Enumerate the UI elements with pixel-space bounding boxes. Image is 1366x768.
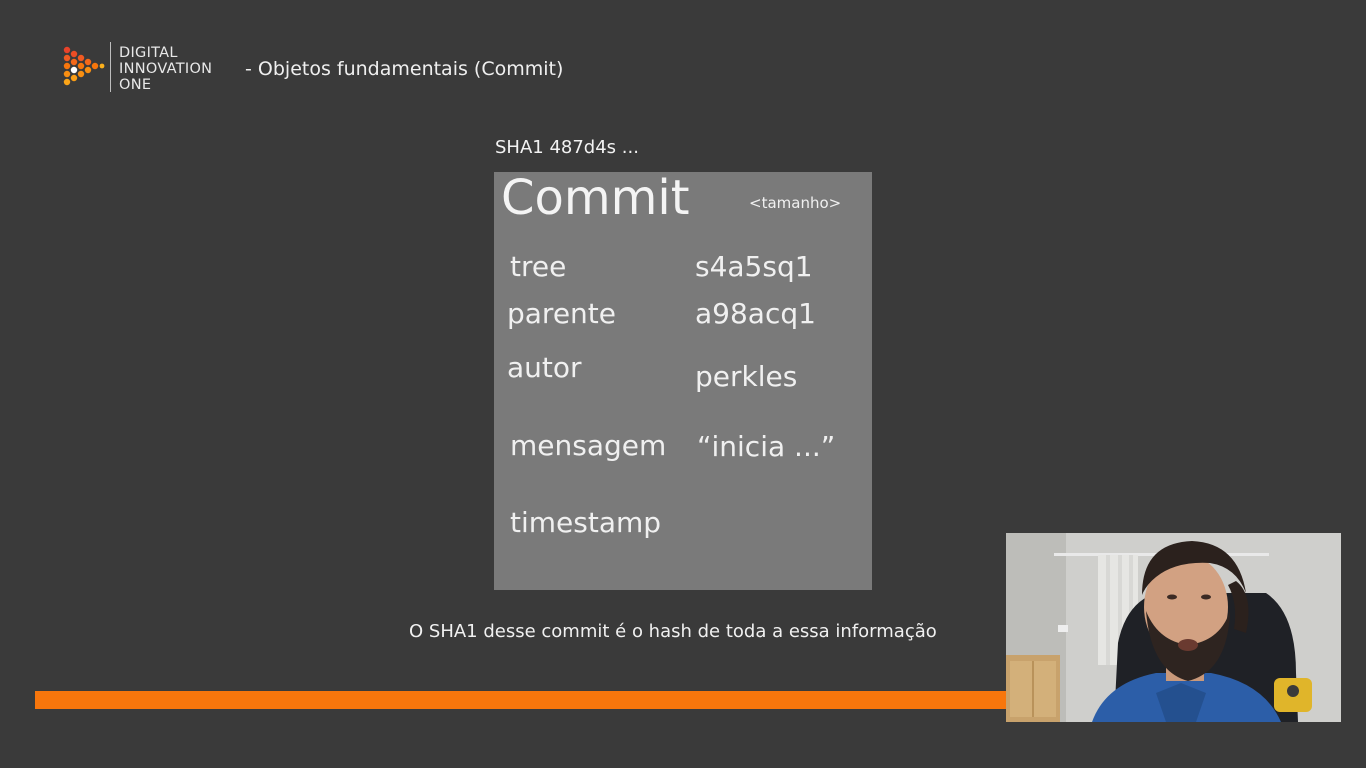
presenter-video-icon bbox=[1006, 533, 1341, 722]
brand-line-3: ONE bbox=[119, 77, 152, 93]
video-frame: DIGITAL INNOVATION ONE - Objetos fundame… bbox=[0, 0, 1366, 768]
slide-section-title: - Objetos fundamentais (Commit) bbox=[245, 58, 564, 80]
digital-innovation-one-logo-icon bbox=[63, 46, 105, 86]
field-value-autor: perkles bbox=[695, 360, 798, 393]
presenter-webcam-video bbox=[1006, 533, 1341, 722]
slide-caption: O SHA1 desse commit é o hash de toda a e… bbox=[409, 621, 937, 642]
field-label-tree: tree bbox=[510, 250, 567, 283]
field-label-mensagem: mensagem bbox=[510, 429, 667, 462]
commit-object-card: Commit <tamanho> tree s4a5sq1 parente a9… bbox=[494, 170, 872, 590]
brand-name: DIGITAL INNOVATION ONE bbox=[119, 45, 212, 93]
field-value-mensagem: “inicia ...” bbox=[697, 430, 836, 463]
brand-line-2: INNOVATION bbox=[119, 61, 213, 77]
brand-line-1: DIGITAL bbox=[119, 45, 178, 61]
slide-progress-bar bbox=[35, 691, 1007, 709]
field-value-parente: a98acq1 bbox=[695, 297, 816, 330]
field-label-parente: parente bbox=[507, 297, 617, 330]
field-value-tree: s4a5sq1 bbox=[695, 250, 813, 283]
field-label-timestamp: timestamp bbox=[510, 506, 662, 539]
commit-sha-label: SHA1 487d4s ... bbox=[495, 137, 639, 158]
commit-card-title: Commit bbox=[501, 170, 690, 226]
logo-divider bbox=[110, 42, 111, 92]
field-label-autor: autor bbox=[507, 351, 582, 384]
commit-size-placeholder: <tamanho> bbox=[749, 194, 842, 212]
